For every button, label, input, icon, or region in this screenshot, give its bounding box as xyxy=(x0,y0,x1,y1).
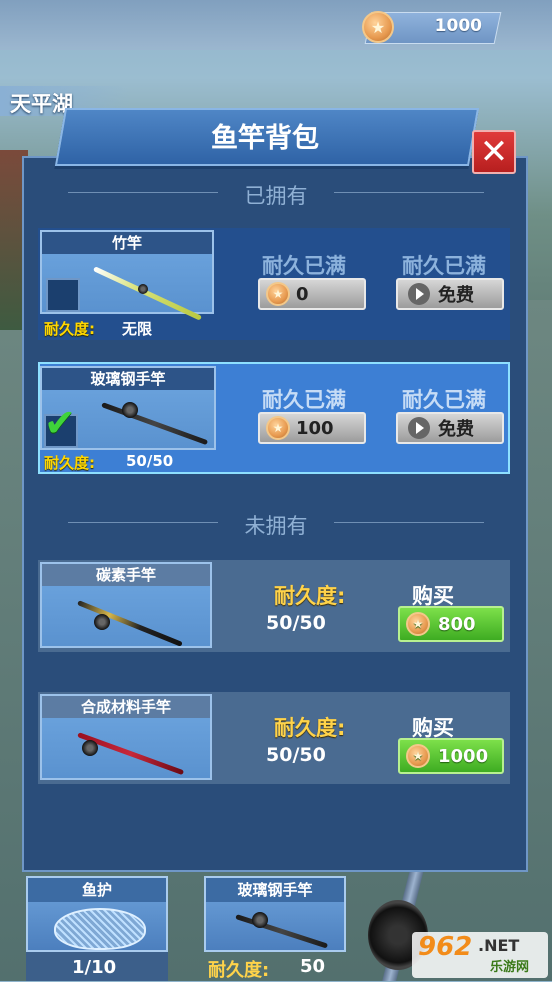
play-icon xyxy=(408,283,430,305)
repair-free-button[interactable]: 免费 xyxy=(396,412,504,444)
reel-icon xyxy=(122,402,138,418)
repair-status: 耐久已满 xyxy=(262,254,346,278)
panel-title: 鱼竿背包 xyxy=(211,123,319,154)
coin-icon: ★ xyxy=(266,282,290,306)
rod-name: 玻璃钢手竿 xyxy=(42,368,214,390)
durability-label: 耐久度: xyxy=(44,454,95,472)
buy-button[interactable]: ★ 800 xyxy=(398,606,504,642)
slot-title: 玻璃钢手竿 xyxy=(206,878,344,902)
unowned-rod-card[interactable]: 合成材料手竿 耐久度: 50/50 购买 ★ 1000 xyxy=(38,692,510,784)
durability-label: 耐久度: xyxy=(44,320,95,338)
price: 800 xyxy=(438,613,476,635)
coin-balance: 1000 xyxy=(434,16,482,36)
repair-cost: 100 xyxy=(296,417,334,439)
rod-name: 合成材料手竿 xyxy=(42,696,210,718)
slot-title: 鱼护 xyxy=(28,878,166,902)
coin-icon: ★ xyxy=(406,612,430,636)
glass-rod-icon xyxy=(101,402,209,446)
check-icon: ✔ xyxy=(44,401,76,445)
repair-coin-button[interactable]: ★ 100 xyxy=(258,412,366,444)
price: 1000 xyxy=(438,745,489,767)
reel-icon xyxy=(138,284,148,294)
unowned-heading: 未拥有 xyxy=(244,514,308,538)
rod-thumbnail: 碳素手竿 xyxy=(40,562,212,648)
rod-thumbnail: 玻璃钢手竿 ✔ xyxy=(40,366,216,450)
watermark-site: 乐游网 xyxy=(490,960,530,975)
durability-value: 50/50 xyxy=(126,452,174,470)
reel-icon xyxy=(252,912,268,928)
reel-icon xyxy=(94,614,110,630)
equipped-rod-slot[interactable]: 玻璃钢手竿 xyxy=(204,876,346,952)
durability-label: 耐久度: xyxy=(274,716,346,740)
equipped-durability-value: 50 xyxy=(300,956,326,977)
durability-value: 50/50 xyxy=(266,612,326,634)
fish-net-count: 1/10 xyxy=(72,957,117,978)
buy-button[interactable]: ★ 1000 xyxy=(398,738,504,774)
coin-icon: ★ xyxy=(266,416,290,440)
close-button[interactable]: ✕ xyxy=(472,130,516,174)
rod-thumbnail: 竹竿 xyxy=(40,230,214,321)
owned-heading: 已拥有 xyxy=(244,184,308,208)
durability-label: 耐久度: xyxy=(274,584,346,608)
rod-thumbnail: 合成材料手竿 xyxy=(40,694,212,780)
unowned-rod-card[interactable]: 碳素手竿 耐久度: 50/50 购买 ★ 800 xyxy=(38,560,510,652)
repair-cost: 0 xyxy=(296,283,309,305)
repair-free-button[interactable]: 免费 xyxy=(396,278,504,310)
free-status: 耐久已满 xyxy=(402,254,486,278)
repair-status: 耐久已满 xyxy=(262,388,346,412)
fish-net-icon xyxy=(54,908,146,950)
owned-rod-card-selected[interactable]: 玻璃钢手竿 ✔ 耐久度: 50/50 耐久已满 ★ 100 耐久已满 免费 xyxy=(38,362,510,474)
repair-coin-button[interactable]: ★ 0 xyxy=(258,278,366,310)
rod-name: 竹竿 xyxy=(42,232,212,254)
free-label: 免费 xyxy=(438,285,474,306)
equip-checkbox[interactable] xyxy=(46,278,80,312)
reel-icon xyxy=(82,740,98,756)
watermark-suffix: .NET xyxy=(478,936,520,955)
coin-icon: ★ xyxy=(406,744,430,768)
carbon-rod-icon xyxy=(77,600,183,647)
play-icon xyxy=(408,417,430,439)
bamboo-rod-icon xyxy=(92,266,203,321)
coin-icon: ★ xyxy=(362,11,394,43)
fish-net-slot[interactable]: 鱼护 xyxy=(26,876,168,952)
rod-name: 碳素手竿 xyxy=(42,564,210,586)
equipped-durability-label: 耐久度: xyxy=(208,960,270,981)
close-icon: ✕ xyxy=(479,132,509,172)
free-label: 免费 xyxy=(438,419,474,440)
owned-rod-card[interactable]: 竹竿 耐久度: 无限 耐久已满 ★ 0 耐久已满 免费 xyxy=(38,228,510,340)
durability-value: 50/50 xyxy=(266,744,326,766)
durability-value: 无限 xyxy=(122,320,153,338)
glass-rod-icon xyxy=(235,914,329,949)
free-status: 耐久已满 xyxy=(402,388,486,412)
watermark-number: 962 xyxy=(418,932,473,962)
